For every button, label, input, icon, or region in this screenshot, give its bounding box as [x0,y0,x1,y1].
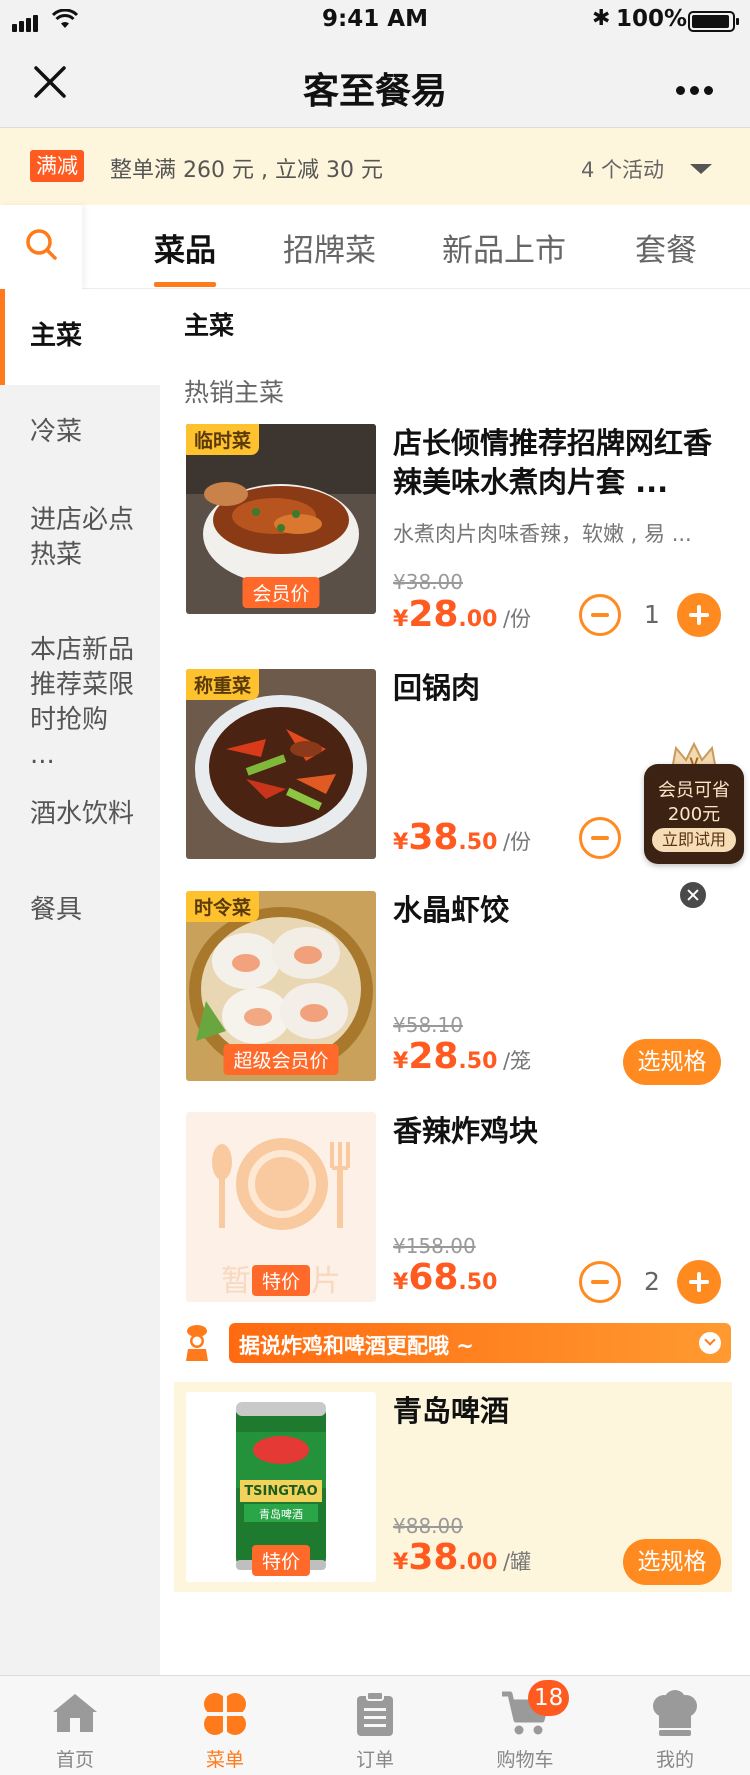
member-price-label: 会员价 [242,577,320,608]
special-price-label: 特价 [251,1545,311,1576]
battery-icon [688,11,739,32]
price: ¥28.50 /笼 [393,1036,532,1077]
tab-profile[interactable]: 我的 [600,1676,750,1775]
select-spec-button[interactable]: 选规格 [623,1039,721,1085]
member-save-text: 会员可省 [658,780,730,801]
promo-count[interactable]: 4 个活动 [581,154,664,184]
increase-button[interactable] [677,1260,721,1304]
nav-bar: 客至餐易 [0,40,750,128]
tab-label: 菜单 [205,1749,244,1771]
close-float-icon[interactable] [678,880,708,910]
tab-label: 我的 [655,1749,694,1771]
profile-icon [653,1690,697,1736]
try-now-button[interactable]: 立即试用 [652,828,736,852]
tab-set-meal[interactable]: 套餐 [635,225,697,270]
member-save-amount: 200元 [667,804,721,825]
tab-home[interactable]: 首页 [0,1676,150,1775]
tab-indicator [154,282,216,287]
menu-item[interactable]: 暂无图片 特价 香辣炸鸡块 ¥158.00 ¥68.50 2 [160,1112,750,1312]
category-tabs: 菜品 招牌菜 新品上市 套餐 [0,205,750,289]
page-title: 客至餐易 [302,71,447,112]
bluetooth-icon: ✱ [592,6,611,31]
tab-label: 首页 [55,1749,94,1771]
dish-image: 临时菜 会员价 [186,424,376,614]
chef-icon [186,1325,208,1361]
search-icon [26,229,57,260]
dish-image: 称重菜 [186,669,376,859]
original-price: ¥58.10 [393,1013,463,1037]
more-icon[interactable] [676,80,718,99]
dish-name: 店长倾情推荐招牌网红香辣美味水煮肉片套 ... [393,426,713,499]
tab-dishes[interactable]: 菜品 [154,225,216,270]
beer-cn-text: 青岛啤酒 [259,1508,303,1521]
dish-name: 回锅肉 [393,671,481,705]
quantity: 2 [644,1267,660,1296]
search-button[interactable] [0,205,82,289]
home-icon [53,1694,97,1732]
quantity: 1 [644,600,660,629]
combo-item-card[interactable]: TSINGTAO 青岛啤酒 特价 青岛啤酒 ¥88.00 ¥38.00 /罐 选… [174,1382,732,1592]
dish-name: 香辣炸鸡块 [393,1114,539,1148]
decrease-button[interactable] [579,817,621,859]
dish-tag: 时令菜 [186,891,260,922]
order-icon [357,1691,393,1736]
member-promo-float[interactable]: V 会员可省 200元 立即试用 [640,740,748,874]
tab-cart[interactable]: 18 购物车 [450,1676,600,1775]
sidebar-item-must-order[interactable]: 进店必点热菜 [0,481,160,611]
dish-tag: 称重菜 [186,669,260,700]
cart-count-badge: 18 [528,1680,570,1716]
tab-new[interactable]: 新品上市 [442,225,566,270]
decrease-button[interactable] [579,1261,621,1303]
combo-tip-bar[interactable]: 据说炸鸡和啤酒更配哦 ~ [229,1323,731,1363]
increase-button[interactable] [677,593,721,637]
decrease-button[interactable] [579,594,621,636]
sidebar-item-main[interactable]: 主菜 [0,289,160,385]
beer-image: TSINGTAO 青岛啤酒 特价 [186,1392,376,1582]
tab-orders[interactable]: 订单 [300,1676,450,1775]
bottom-tab-bar: 首页 菜单 订单 18 购物车 我的 [0,1675,750,1775]
tab-signature[interactable]: 招牌菜 [283,225,376,270]
price: ¥38.50 /份 [393,817,532,858]
special-price-label: 特价 [251,1265,311,1296]
sidebar: 主菜 冷菜 进店必点热菜 本店新品推荐菜限时抢购 ... 酒水饮料 餐具 [0,289,160,1675]
promo-text: 整单满 260 元 , 立减 30 元 [110,158,383,183]
promo-tag: 满减 [30,150,84,182]
sidebar-item-new-recommend[interactable]: 本店新品推荐菜限时抢购 ... [0,611,160,777]
dish-desc: 水煮肉片肉味香辣，软嫩 , 易 ... [393,522,692,546]
dish-image: 时令菜 超级会员价 [186,891,376,1081]
price: ¥28.00 /份 [393,594,532,635]
original-price: ¥88.00 [393,1514,463,1538]
tab-label: 订单 [355,1749,394,1771]
menu-item[interactable]: 时令菜 超级会员价 水晶虾饺 ¥58.10 ¥28.50 /笼 选规格 [160,891,750,1091]
dish-tag: 临时菜 [186,424,260,455]
chevron-down-icon[interactable] [699,1332,721,1354]
dish-name: 青岛啤酒 [393,1394,510,1428]
menu-icon [201,1690,249,1738]
status-bar: 9:41 AM ✱ 100% [0,0,750,40]
select-spec-button[interactable]: 选规格 [623,1539,721,1585]
sidebar-item-tableware[interactable]: 餐具 [0,873,160,969]
sidebar-item-cold[interactable]: 冷菜 [0,385,160,481]
battery-percent: 100% [616,6,688,32]
super-member-price-label: 超级会员价 [223,1044,339,1075]
tab-label: 购物车 [496,1749,554,1771]
tab-menu[interactable]: 菜单 [150,1676,300,1775]
dish-image-placeholder: 暂无图片 特价 [186,1112,376,1302]
beer-brand-text: TSINGTAO [244,1484,318,1499]
price: ¥38.00 /罐 [393,1537,532,1578]
sidebar-item-drinks[interactable]: 酒水饮料 [0,777,160,873]
menu-item[interactable]: 临时菜 会员价 店长倾情推荐招牌网红香辣美味水煮肉片套 ... 水煮肉片肉味香辣… [160,424,750,637]
promo-bar[interactable]: 满减 整单满 260 元 , 立减 30 元 4 个活动 [0,128,750,205]
member-badge-body: 会员可省 200元 立即试用 [644,764,744,864]
chevron-down-icon[interactable] [690,164,712,174]
section-subtitle: 热销主菜 [184,378,285,407]
original-price: ¥38.00 [393,570,463,594]
combo-tip-text: 据说炸鸡和啤酒更配哦 ~ [239,1334,474,1358]
price: ¥68.50 [393,1257,498,1298]
section-title: 主菜 [184,311,235,340]
original-price: ¥158.00 [393,1234,476,1258]
